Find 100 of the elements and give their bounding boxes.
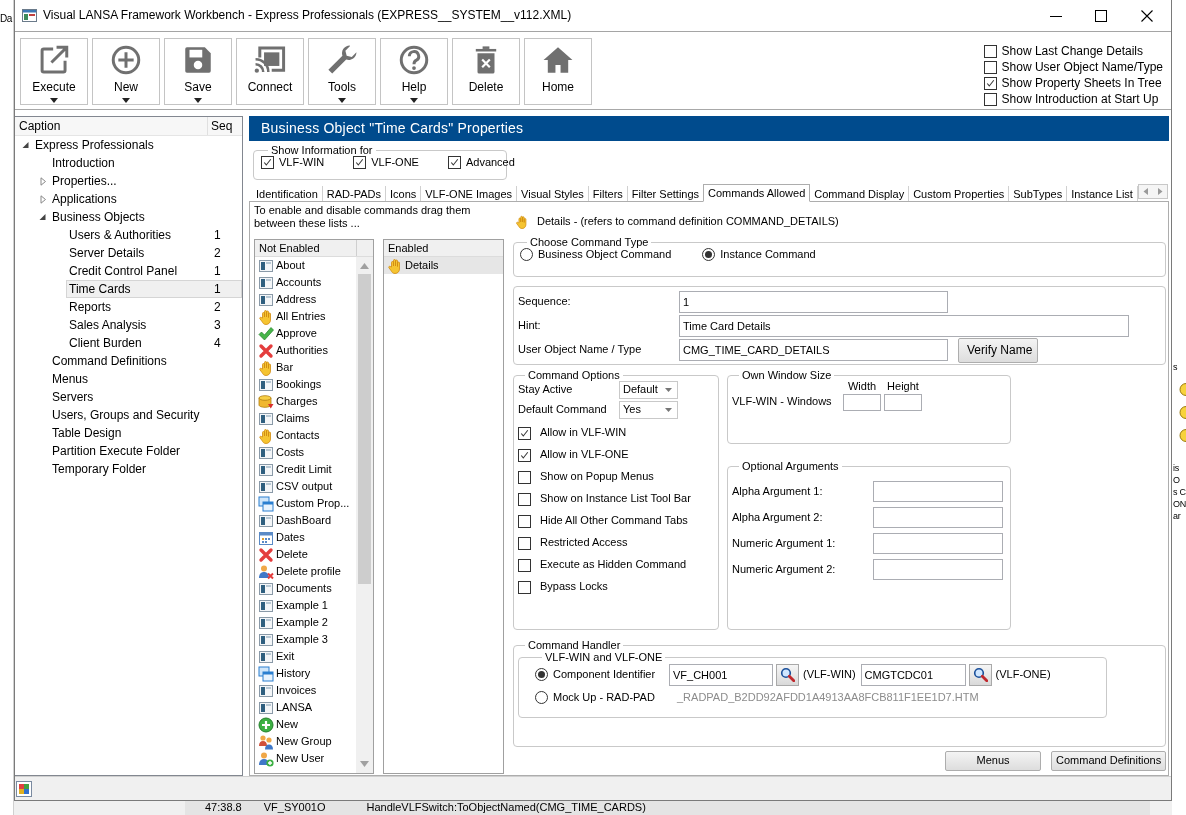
list-item[interactable]: Bar bbox=[255, 359, 356, 376]
checkbox[interactable] bbox=[983, 60, 997, 74]
list-item[interactable]: Invoices bbox=[255, 682, 356, 699]
tree-item[interactable]: Introduction bbox=[49, 154, 207, 172]
maximize-icon[interactable] bbox=[1095, 9, 1107, 22]
list-item[interactable]: Exit bbox=[255, 648, 356, 665]
expand-arrow-icon[interactable] bbox=[37, 194, 49, 204]
tree-item[interactable]: Table Design bbox=[49, 424, 207, 442]
dropdown[interactable]: Default bbox=[619, 381, 678, 399]
list-item[interactable]: About bbox=[255, 257, 356, 274]
tree-item[interactable]: Client Burden bbox=[66, 334, 207, 352]
tree-item[interactable]: Credit Control Panel bbox=[66, 262, 207, 280]
toolbar-button[interactable]: Connect bbox=[236, 38, 304, 105]
radio-button[interactable] bbox=[520, 248, 533, 262]
text-field[interactable]: 1 bbox=[679, 291, 948, 313]
tree-item[interactable]: Server Details bbox=[66, 244, 207, 262]
toolbar-button[interactable]: New bbox=[92, 38, 160, 105]
text-field[interactable] bbox=[843, 394, 881, 412]
list-item[interactable]: Claims bbox=[255, 410, 356, 427]
text-field[interactable]: Time Card Details bbox=[679, 315, 1129, 337]
toolbar-button[interactable]: Save bbox=[164, 38, 232, 105]
list-item[interactable]: DashBoard bbox=[255, 512, 356, 529]
tree-item[interactable]: Reports bbox=[66, 298, 207, 316]
checkbox[interactable] bbox=[518, 470, 531, 484]
checkbox[interactable] bbox=[518, 536, 531, 550]
collapse-arrow-icon[interactable] bbox=[20, 140, 32, 150]
list-item[interactable]: CSV output bbox=[255, 478, 356, 495]
close-icon[interactable] bbox=[1141, 9, 1153, 22]
list-item[interactable]: Custom Prop... bbox=[255, 495, 356, 512]
tree-item[interactable]: Users & Authorities bbox=[66, 226, 207, 244]
scrollbar-thumb[interactable] bbox=[358, 274, 371, 584]
list-item[interactable]: New Group bbox=[255, 733, 356, 750]
tree-item[interactable]: Properties... bbox=[49, 172, 207, 190]
list-item[interactable]: Example 2 bbox=[255, 614, 356, 631]
verify-button[interactable]: Verify Name bbox=[958, 337, 1038, 363]
lookup-button[interactable] bbox=[776, 663, 799, 686]
toolbar-button[interactable]: Delete bbox=[452, 38, 520, 105]
checkbox[interactable] bbox=[983, 44, 997, 58]
list-item[interactable]: Documents bbox=[255, 580, 356, 597]
list-item[interactable]: Example 1 bbox=[255, 597, 356, 614]
text-field[interactable] bbox=[884, 394, 922, 412]
tab[interactable]: Commands Allowed bbox=[703, 184, 811, 202]
checkbox[interactable] bbox=[983, 92, 997, 106]
list-item[interactable]: All Entries bbox=[255, 308, 356, 325]
checkbox[interactable] bbox=[518, 426, 531, 440]
text-field[interactable] bbox=[873, 481, 1003, 502]
list-item[interactable]: Contacts bbox=[255, 427, 356, 444]
list-item[interactable]: New bbox=[255, 716, 356, 733]
tree-item[interactable]: Sales Analysis bbox=[66, 316, 207, 334]
lookup-button[interactable] bbox=[968, 663, 992, 686]
radio-button[interactable] bbox=[535, 691, 548, 704]
text-field[interactable]: CMG_TIME_CARD_DETAILS bbox=[679, 339, 948, 361]
toolbar-button[interactable]: Tools bbox=[308, 38, 376, 105]
collapse-arrow-icon[interactable] bbox=[37, 212, 49, 222]
list-item[interactable]: History bbox=[255, 665, 356, 682]
scrollbar[interactable] bbox=[356, 257, 373, 773]
list-item[interactable]: Delete bbox=[255, 546, 356, 563]
text-field[interactable] bbox=[873, 507, 1003, 528]
toolbar-button[interactable]: Home bbox=[524, 38, 592, 105]
list-item[interactable]: New User bbox=[255, 750, 356, 767]
grid-icon[interactable] bbox=[16, 780, 32, 797]
tree-item[interactable]: Express Professionals bbox=[32, 136, 207, 154]
list-item[interactable]: Address bbox=[255, 291, 356, 308]
checkbox[interactable] bbox=[518, 492, 531, 506]
expand-arrow-icon[interactable] bbox=[37, 176, 49, 186]
tree-item[interactable]: Servers bbox=[49, 388, 207, 406]
toolbar-button[interactable]: Execute bbox=[20, 38, 88, 105]
list-item[interactable]: LANSA bbox=[255, 699, 356, 716]
checkbox[interactable] bbox=[518, 514, 531, 528]
text-field[interactable]: CMGTCDC01 bbox=[860, 663, 966, 686]
list-item[interactable]: Bookings bbox=[255, 376, 356, 393]
checkbox[interactable] bbox=[353, 156, 367, 170]
list-item[interactable]: Authorities bbox=[255, 342, 356, 359]
tree-item[interactable]: Command Definitions bbox=[49, 352, 207, 370]
checkbox[interactable] bbox=[983, 76, 997, 90]
list-item[interactable]: Credit Limit bbox=[255, 461, 356, 478]
checkbox[interactable] bbox=[518, 448, 531, 462]
list-item[interactable]: Approve bbox=[255, 325, 356, 342]
tree-item[interactable]: Business Objects bbox=[49, 208, 207, 226]
text-field[interactable] bbox=[873, 533, 1003, 554]
tree-item[interactable]: Users, Groups and Security bbox=[49, 406, 207, 424]
checkbox[interactable] bbox=[261, 156, 274, 170]
list-item[interactable]: Costs bbox=[255, 444, 356, 461]
checkbox[interactable] bbox=[447, 156, 461, 170]
radio-button[interactable] bbox=[535, 668, 548, 681]
toolbar-button[interactable]: Help bbox=[380, 38, 448, 105]
tree-item[interactable]: Menus bbox=[49, 370, 207, 388]
list-item[interactable]: Accounts bbox=[255, 274, 356, 291]
radio-button[interactable] bbox=[702, 248, 716, 262]
tree-item[interactable]: Temporary Folder bbox=[49, 460, 207, 478]
list-item[interactable]: Example 3 bbox=[255, 631, 356, 648]
list-item[interactable]: Charges bbox=[255, 393, 356, 410]
checkbox[interactable] bbox=[518, 580, 531, 594]
checkbox[interactable] bbox=[518, 558, 531, 572]
tree-item[interactable]: Partition Execute Folder bbox=[49, 442, 207, 460]
tree-item[interactable]: Time Cards bbox=[66, 280, 207, 298]
text-field[interactable] bbox=[873, 559, 1003, 580]
list-item[interactable]: Dates bbox=[255, 529, 356, 546]
tree-item[interactable]: Applications bbox=[49, 190, 207, 208]
text-field[interactable]: VF_CH001 bbox=[669, 663, 773, 686]
